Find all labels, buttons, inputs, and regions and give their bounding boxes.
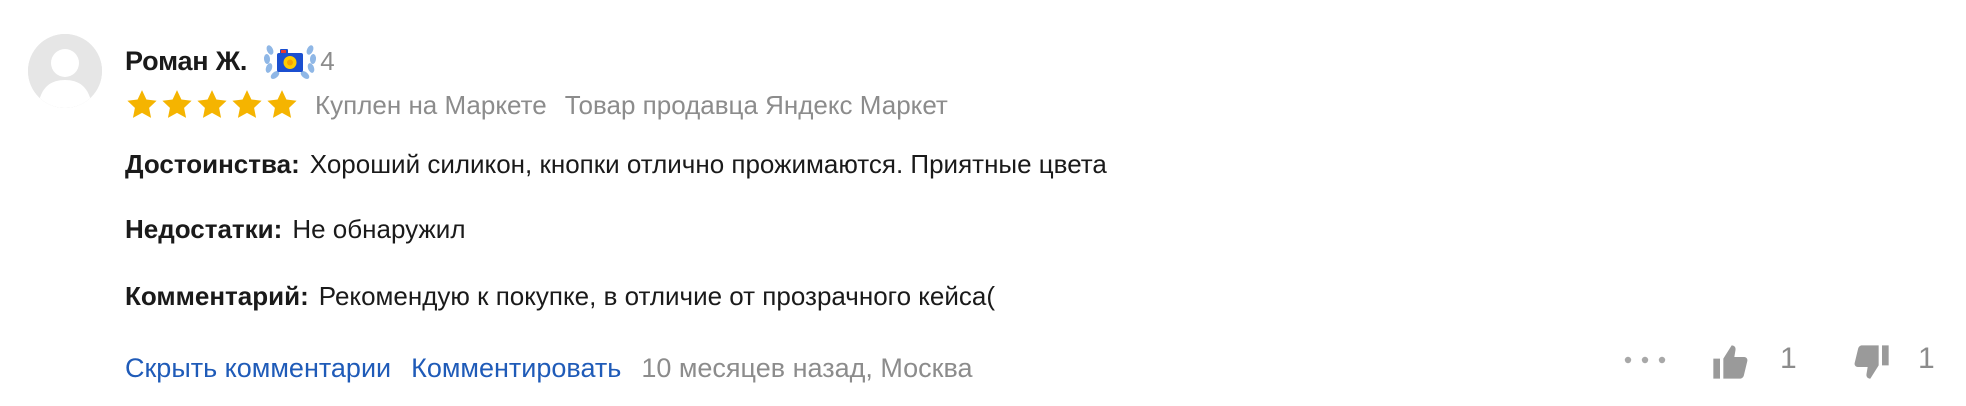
rating-stars <box>125 88 300 122</box>
add-comment-link[interactable]: Комментировать <box>411 353 621 384</box>
pros-text: Хороший силикон, кнопки отлично прожимаю… <box>309 149 1107 179</box>
badge-count: 4 <box>320 45 335 76</box>
author-row: Роман Ж. 4 <box>125 40 1966 82</box>
star-icon <box>232 90 262 118</box>
cons-text: Не обнаружил <box>292 214 466 244</box>
camera-laurel-badge-icon <box>264 45 317 79</box>
thumbs-up-icon[interactable] <box>1710 342 1750 382</box>
author-name[interactable]: Роман Ж. <box>125 46 247 77</box>
avatar[interactable] <box>28 34 102 108</box>
more-options-icon[interactable] <box>1620 350 1670 370</box>
cons-label: Недостатки: <box>125 214 283 244</box>
review-content: Роман Ж. 4 Куплен на Маркете Товар прода… <box>125 40 1966 383</box>
pros-field: Достоинства: Хороший силикон, кнопки отли… <box>125 148 1107 180</box>
star-icon <box>267 90 297 118</box>
thumbs-down-icon[interactable] <box>1852 342 1892 382</box>
pros-label: Достоинства: <box>125 149 300 179</box>
date-location: 10 месяцев назад, Москва <box>641 352 973 383</box>
author-badge[interactable]: 4 <box>262 40 335 82</box>
comment-label: Комментарий: <box>125 281 309 311</box>
cons-field: Недостатки: Не обнаружил <box>125 213 466 245</box>
like-count: 1 <box>1780 342 1797 375</box>
star-icon <box>197 90 227 118</box>
seller-label: Товар продавца Яндекс Маркет <box>564 89 948 120</box>
hide-comments-link[interactable]: Скрыть комментарии <box>125 353 391 384</box>
review-actions: 1 1 <box>1620 340 1966 384</box>
default-avatar-icon <box>28 34 102 108</box>
meta-row: Куплен на Маркете Товар продавца Яндекс … <box>125 84 1966 126</box>
star-icon <box>127 90 157 118</box>
dislike-count: 1 <box>1918 342 1935 375</box>
comment-field: Комментарий: Рекомендую к покупке, в отли… <box>125 280 995 312</box>
bought-on-market-label: Куплен на Маркете <box>315 89 547 120</box>
star-icon <box>162 90 192 118</box>
comment-text: Рекомендую к покупке, в отличие от прозр… <box>318 281 996 311</box>
